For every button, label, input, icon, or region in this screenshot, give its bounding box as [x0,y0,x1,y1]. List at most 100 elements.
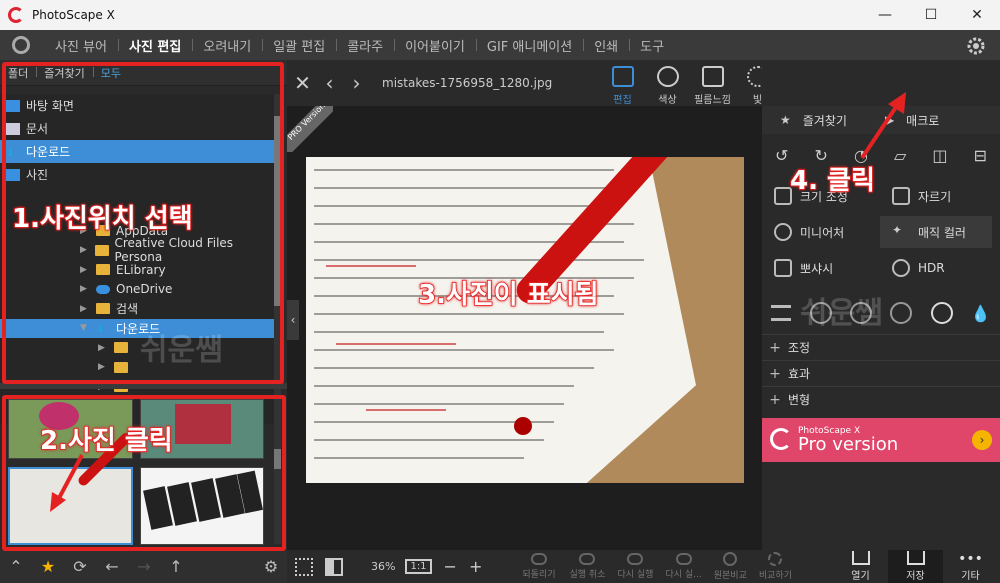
photo-text-line [314,403,564,405]
close-button[interactable]: ✕ [954,0,1000,30]
bloom-icon [774,259,792,277]
forward-arrow-icon[interactable]: → [128,550,160,583]
menu-editor[interactable]: 사진 편집 [117,36,192,55]
photo-red-mark [366,409,446,411]
flip-horizontal-icon[interactable]: ◫ [932,146,947,165]
menu-tools[interactable]: 도구 [629,36,675,55]
tool-bloom[interactable]: 뽀샤시 [762,252,880,284]
section-adjust[interactable]: + 조정 [762,334,1000,360]
actual-size-button[interactable]: 1:1 [405,559,432,574]
photo-text-line [314,439,544,441]
plus-icon: + [769,339,781,356]
back-arrow-icon[interactable]: ← [96,550,128,583]
up-arrow-icon[interactable]: ↑ [160,550,192,583]
photo-text-line [314,385,574,387]
star-icon[interactable]: ★ [32,550,64,583]
zoom-level[interactable]: 36% [371,560,395,573]
undo-button[interactable]: 실행 취소 [569,553,605,580]
menu-viewer[interactable]: 사진 뷰어 [44,36,118,55]
edited-photo[interactable] [306,157,744,483]
photo-text-line [314,259,644,261]
save-button[interactable]: 저장 [888,550,943,583]
next-photo-icon[interactable]: › [343,60,370,106]
redo-icon [627,553,644,565]
select-area-icon[interactable] [295,557,313,576]
tab-film[interactable]: 필름느낌 [690,60,735,106]
title-bar: PhotoScape X — ☐ ✕ [0,0,1000,30]
redo-all-button[interactable]: 다시 실... [665,553,702,580]
collapse-up-icon[interactable]: ⌃ [0,550,32,583]
refresh-icon[interactable]: ⟳ [64,550,96,583]
annotation-step4: 4. 클릭 [789,165,875,197]
photo-text-line [314,187,624,189]
filter-circle-icon[interactable] [890,302,913,324]
flip-vertical-icon[interactable]: ⊟ [974,146,987,165]
tool-miniature[interactable]: 미니어처 [762,216,880,248]
more-button[interactable]: ••• 기타 [943,550,998,583]
menu-cut-out[interactable]: 오려내기 [192,36,262,55]
photo-text-line [314,169,614,171]
menu-batch[interactable]: 일괄 편집 [262,36,336,55]
plus-icon: + [769,391,781,408]
photo-red-mark [336,343,456,345]
plus-icon: + [769,365,781,382]
maximize-button[interactable]: ☐ [908,0,954,30]
menu-combine[interactable]: 이어붙이기 [394,36,476,55]
original-icon [723,552,738,566]
menu-gif[interactable]: GIF 애니메이션 [475,36,583,55]
redo-button[interactable]: 다시 실행 [617,553,653,580]
list-icon[interactable] [771,305,792,321]
home-icon[interactable] [12,36,30,54]
tool-magic-color[interactable]: ✦ 매직 컬러 [880,216,992,248]
photo-text-line [314,349,614,351]
window-title: PhotoScape X [32,8,115,22]
edit-icon [611,66,634,87]
collapse-left-icon[interactable]: ‹ [287,300,299,340]
compare-split-icon[interactable] [325,557,343,576]
film-icon [701,66,724,87]
original-compare-button[interactable]: 원본비교 [714,552,747,581]
watermark-text: 쉬운쌤 [800,296,883,331]
rotate-left-icon[interactable]: ↺ [775,146,788,165]
section-effects[interactable]: + 효과 [762,360,1000,386]
prev-photo-icon[interactable]: ‹ [316,60,343,106]
compare-button[interactable]: 비교하기 [759,552,792,581]
menu-collage[interactable]: 콜라주 [336,36,394,55]
tab-color[interactable]: 색상 [645,60,690,106]
photoscape-logo-icon [770,428,792,450]
zoom-out-icon[interactable]: − [444,557,457,576]
window-controls: — ☐ ✕ [862,0,1000,30]
filter-circle-icon[interactable] [930,302,953,324]
undo-icon [579,553,596,565]
section-transform[interactable]: + 변형 [762,386,1000,412]
play-icon: ▶ [884,113,895,127]
drop-icon[interactable]: 💧 [971,304,991,323]
annotation-step1: 1.사진위치 선택 [11,203,193,235]
menu-print[interactable]: 인쇄 [583,36,629,55]
app-logo-icon [8,7,24,23]
open-button[interactable]: 열기 [833,550,888,583]
minimize-button[interactable]: — [862,0,908,30]
pro-version-banner[interactable]: PhotoScape X Pro version › [762,418,1000,462]
zoom-in-icon[interactable]: + [469,557,482,576]
pro-version-ribbon[interactable]: PRO Version [287,106,333,152]
bottom-toolbar: 36% 1:1 − + 되돌리기 실행 취소 다시 실행 다시 실... 원본비… [287,550,1000,583]
upload-icon [851,551,870,565]
close-photo-icon[interactable]: ✕ [289,60,316,106]
settings-gear-icon[interactable] [966,36,986,56]
hdr-icon [892,259,910,277]
miniature-icon [774,223,792,241]
photo-text-line [314,313,624,315]
revert-button[interactable]: 되돌리기 [522,553,555,580]
macro-button[interactable]: ▶ 매크로 [885,112,939,129]
straighten-icon[interactable]: ▱ [894,146,906,165]
tab-edit[interactable]: 편집 [600,60,645,106]
tool-hdr[interactable]: HDR [880,252,998,284]
settings-gear-icon[interactable]: ⚙ [255,550,287,583]
photo-pen-tip [514,417,532,435]
tool-crop[interactable]: 자르기 [880,180,998,212]
main-menu: 사진 뷰어 사진 편집 오려내기 일괄 편집 콜라주 이어붙이기 GIF 애니메… [0,30,1000,60]
crop-icon [892,187,910,205]
photo-text-line [314,367,594,369]
favorites-button[interactable]: ★ 즐겨찾기 [780,112,847,129]
